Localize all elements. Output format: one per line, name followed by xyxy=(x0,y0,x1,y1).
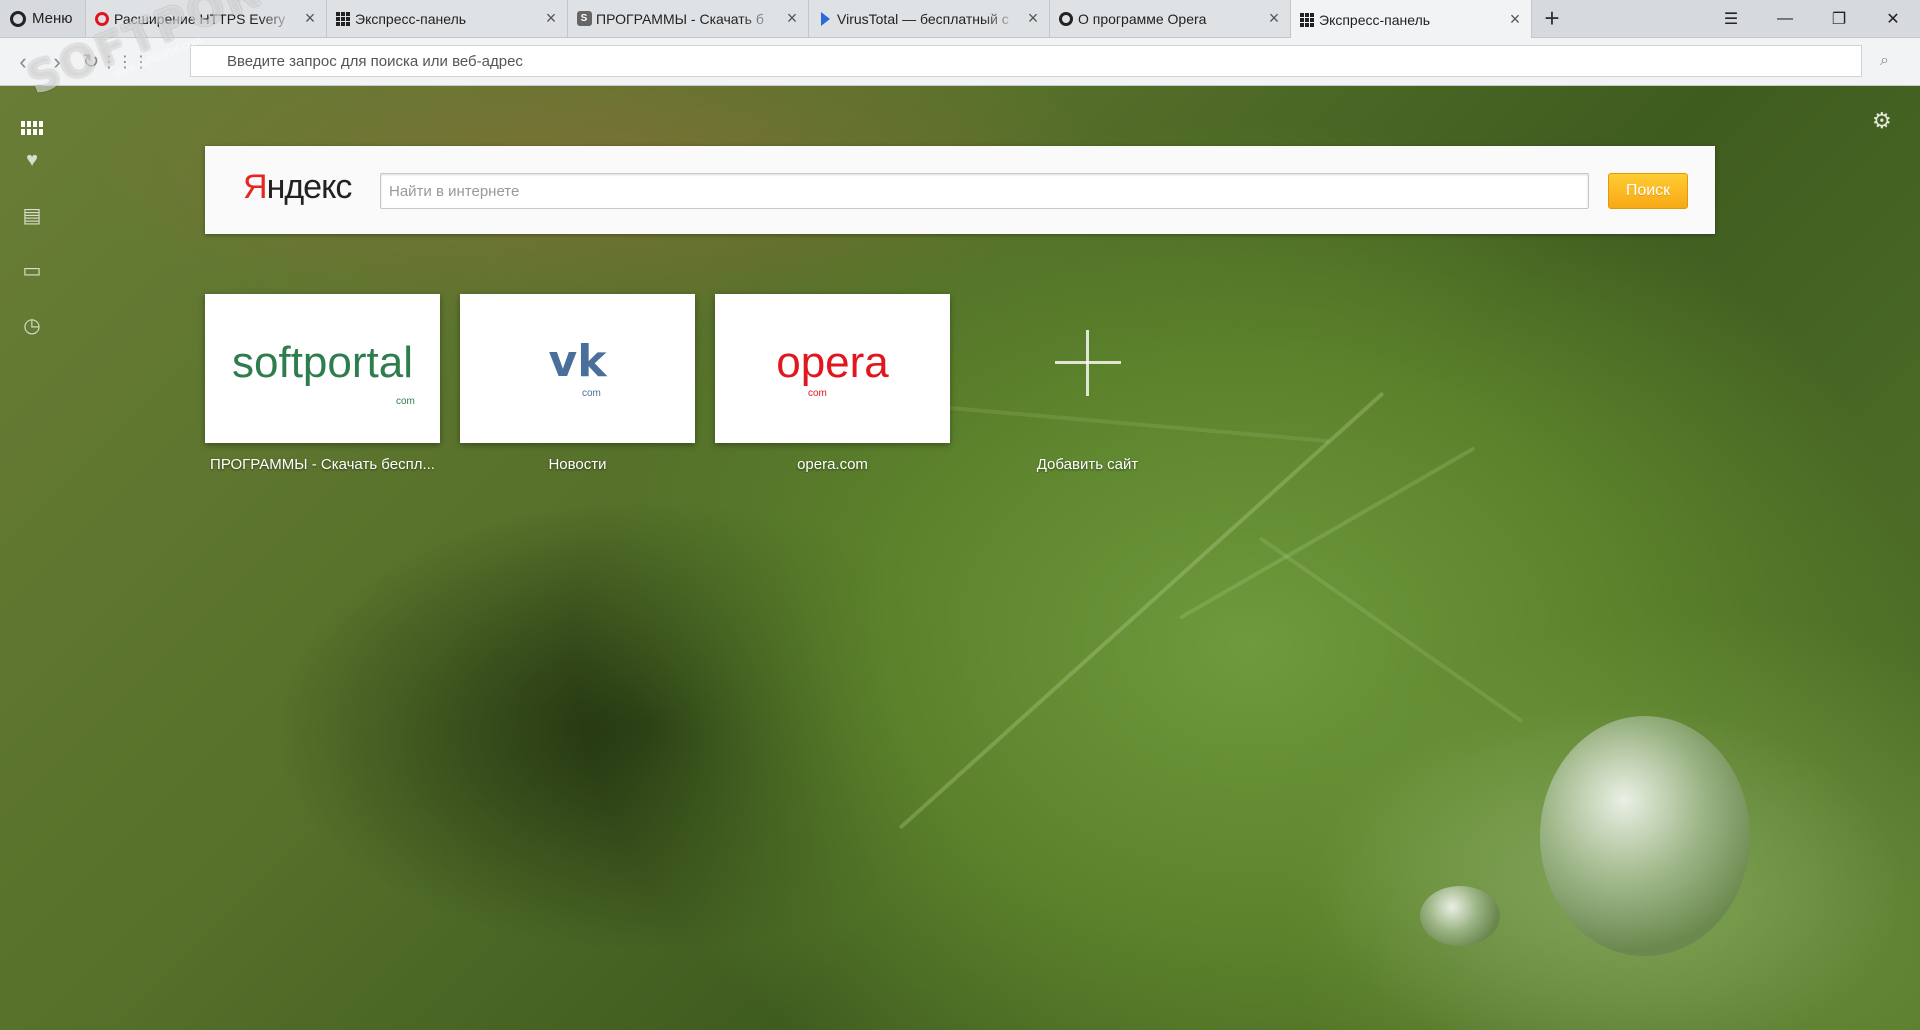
virustotal-icon xyxy=(817,11,833,27)
sidebar: ♥ ▤ ▭ ◷ xyxy=(0,86,64,1030)
sidebar-speed-dial-icon[interactable] xyxy=(20,116,44,140)
opera-menu-button[interactable]: Меню xyxy=(0,0,86,37)
speed-dial-icon xyxy=(1299,12,1315,28)
close-tab-icon[interactable]: × xyxy=(1025,9,1041,27)
tile-logo: softportal xyxy=(232,338,413,387)
leaf-vein xyxy=(949,406,1329,444)
new-tab-button[interactable]: + xyxy=(1532,0,1572,37)
tile-logo-sub: com xyxy=(396,396,415,407)
tab-speed-dial-1[interactable]: Экспресс-панель × xyxy=(327,0,568,37)
tab-title: Экспресс-панель xyxy=(1319,11,1431,28)
yandex-logo: Яндекс xyxy=(243,168,352,206)
close-tab-icon[interactable]: × xyxy=(1266,9,1282,27)
tile-logo-sub: com xyxy=(582,388,601,399)
leaf-vein xyxy=(1258,536,1524,724)
window-controls: ☰ — ❐ ✕ xyxy=(1704,0,1920,37)
tile-logo: vk xyxy=(548,336,607,387)
opera-icon xyxy=(1058,11,1074,27)
sidebar-synced-tabs-icon[interactable]: ▭ xyxy=(20,258,44,282)
speed-dial-tile-vk[interactable]: vk com xyxy=(460,294,695,443)
sidebar-bookmarks-heart-icon[interactable]: ♥ xyxy=(20,148,44,172)
close-tab-icon[interactable]: × xyxy=(302,9,318,27)
tab-menu-icon[interactable]: ☰ xyxy=(1704,0,1758,37)
tab-about-opera[interactable]: О программе Opera × xyxy=(1050,0,1291,37)
tab-title: ПРОГРАММЫ - Скачать б xyxy=(596,10,764,27)
add-site-plus-icon[interactable] xyxy=(1055,330,1121,396)
tile-logo: opera xyxy=(776,338,889,387)
close-window-icon[interactable]: ✕ xyxy=(1866,0,1920,37)
menu-label: Меню xyxy=(32,10,73,27)
sidebar-history-clock-icon[interactable]: ◷ xyxy=(20,313,44,337)
sidebar-news-icon[interactable]: ▤ xyxy=(20,203,44,227)
tab-title: VirusTotal — бесплатный с xyxy=(837,10,1009,27)
speed-dial-icon xyxy=(335,11,351,27)
address-bar: ‹ › ↻ ⋮⋮⋮ ⌕ ⌕ xyxy=(0,38,1920,86)
tile-logo-sub: com xyxy=(808,388,827,399)
search-engine-icon[interactable]: ⌕ xyxy=(1880,52,1889,70)
tab-title: О программе Opera xyxy=(1078,10,1207,27)
yandex-search-box: Яндекс Поиск xyxy=(205,146,1715,234)
softportal-icon: S xyxy=(576,11,592,27)
close-tab-icon[interactable]: × xyxy=(1507,10,1523,28)
settings-gear-icon[interactable]: ⚙ xyxy=(1872,108,1892,134)
speed-dial-tile-softportal[interactable]: softportal com xyxy=(205,294,440,443)
tile-caption[interactable]: opera.com xyxy=(705,456,960,473)
address-input[interactable] xyxy=(190,45,1862,77)
speed-dial-tile-opera[interactable]: opera com xyxy=(715,294,950,443)
yandex-search-input[interactable] xyxy=(380,173,1589,209)
restore-icon[interactable]: ❐ xyxy=(1812,0,1866,37)
close-tab-icon[interactable]: × xyxy=(784,9,800,27)
water-droplet xyxy=(1420,886,1500,946)
opera-logo-icon xyxy=(10,10,26,27)
tile-caption[interactable]: Новости xyxy=(450,456,705,473)
add-site-label[interactable]: Добавить сайт xyxy=(960,456,1215,473)
close-tab-icon[interactable]: × xyxy=(543,9,559,27)
tab-title: Экспресс-панель xyxy=(355,10,467,27)
minimize-icon[interactable]: — xyxy=(1758,0,1812,37)
tile-caption[interactable]: ПРОГРАММЫ - Скачать беспл... xyxy=(195,456,450,473)
water-droplet xyxy=(1540,716,1750,956)
tab-softportal[interactable]: S ПРОГРАММЫ - Скачать б × xyxy=(568,0,809,37)
tab-virustotal[interactable]: VirusTotal — бесплатный с × xyxy=(809,0,1050,37)
tab-speed-dial-active[interactable]: Экспресс-панель × xyxy=(1291,0,1532,39)
yandex-search-button[interactable]: Поиск xyxy=(1608,173,1688,209)
